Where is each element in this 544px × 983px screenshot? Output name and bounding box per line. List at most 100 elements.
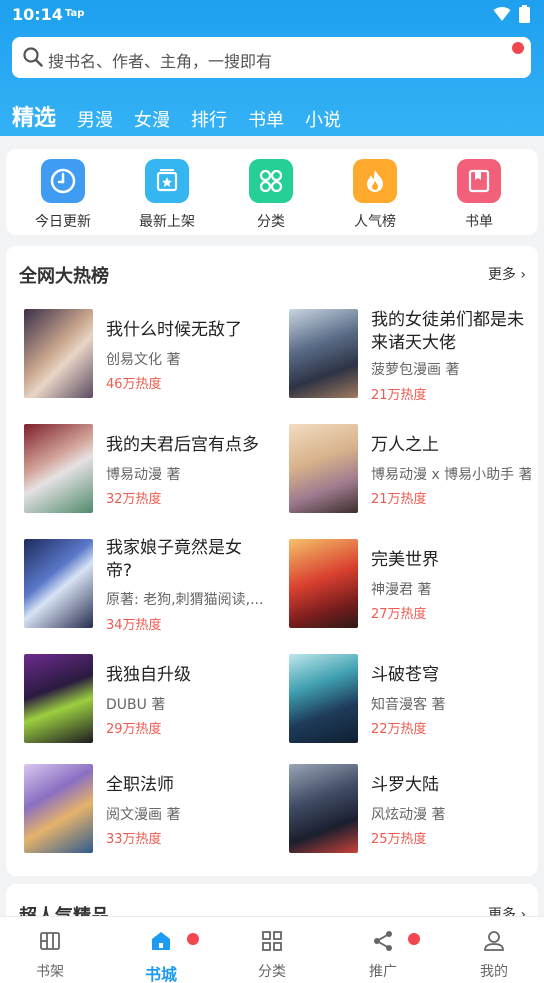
- book-title: 斗破苍穹: [371, 665, 439, 685]
- battery-icon: [519, 5, 530, 23]
- search-notification-dot: [512, 42, 524, 54]
- tab-female-comics[interactable]: 女漫: [134, 106, 170, 132]
- status-bar: 10:14 Tap: [0, 0, 544, 30]
- book-item[interactable]: 斗罗大陆 风炫动漫 著 25万热度: [289, 764, 539, 856]
- book-item[interactable]: 我独自升级 DUBU 著 29万热度: [24, 654, 274, 746]
- book-title: 完美世界: [371, 550, 439, 570]
- book-item[interactable]: 我的女徒弟们都是未来诸天大佬 菠萝包漫画 著 21万热度: [289, 309, 539, 403]
- flame-icon: [353, 159, 397, 203]
- quick-booklist[interactable]: 书单: [439, 159, 519, 231]
- book-heat: 34万热度: [106, 618, 162, 633]
- book-heat: 33万热度: [106, 832, 162, 847]
- book-heat: 29万热度: [106, 722, 162, 737]
- nav-badge-dot: [187, 933, 199, 945]
- quick-label: 分类: [257, 214, 285, 230]
- quick-label: 最新上架: [139, 214, 195, 230]
- tab-male-comics[interactable]: 男漫: [77, 106, 113, 132]
- wifi-icon: [493, 7, 511, 21]
- status-time: 10:14: [12, 5, 63, 24]
- quick-label: 今日更新: [35, 214, 91, 230]
- book-cover: [24, 539, 93, 628]
- book-author: 神漫君 著: [371, 582, 432, 598]
- book-author: 风炫动漫 著: [371, 807, 446, 823]
- book-item[interactable]: 完美世界 神漫君 著 27万热度: [289, 539, 539, 631]
- tab-ranking[interactable]: 排行: [191, 106, 227, 132]
- star-box-icon: [145, 159, 189, 203]
- book-cover: [24, 654, 93, 743]
- user-icon: [484, 931, 504, 951]
- book-author: 菠萝包漫画 著: [371, 362, 460, 378]
- more-label: 更多: [487, 267, 516, 283]
- book-heat: 21万热度: [371, 492, 427, 507]
- book-heat: 25万热度: [371, 832, 427, 847]
- book-author: 博易动漫 x 博易小助手 著: [371, 467, 531, 483]
- quick-category[interactable]: 分类: [231, 159, 311, 231]
- book-title: 全职法师: [106, 775, 174, 795]
- book-item[interactable]: 我家娘子竟然是女帝? 原著: 老狗,刺猬猫阅读,... 34万热度: [24, 538, 274, 633]
- book-heat: 22万热度: [371, 722, 427, 737]
- nav-label: 我的: [480, 964, 508, 980]
- header: 10:14 Tap 搜书名、作者、主角，一搜即有 精选 男漫 女漫 排行 书单 …: [0, 0, 544, 136]
- book-cover: [289, 764, 358, 853]
- book-title: 我的女徒弟们都是未来诸天大佬: [371, 310, 524, 353]
- bottom-nav: 书架 书城 分类 推广 我的: [0, 916, 544, 983]
- book-author: 阅文漫画 著: [106, 807, 181, 823]
- quick-label: 书单: [465, 214, 493, 230]
- bookshelf-icon: [40, 932, 60, 950]
- book-title: 斗罗大陆: [371, 775, 439, 795]
- book-title: 万人之上: [371, 435, 439, 455]
- book-cover: [24, 764, 93, 853]
- search-placeholder: 搜书名、作者、主角，一搜即有: [48, 52, 273, 71]
- clover-icon: [249, 159, 293, 203]
- quick-nav: 今日更新 最新上架 分类 人气榜 书单: [6, 149, 538, 235]
- book-title: 我的夫君后宫有点多: [106, 435, 259, 455]
- book-heat: 32万热度: [106, 492, 162, 507]
- book-cover: [24, 424, 93, 513]
- nav-label: 书城: [144, 965, 177, 983]
- tab-featured[interactable]: 精选: [12, 100, 56, 132]
- book-author: 原著: 老狗,刺猬猫阅读,...: [106, 592, 264, 608]
- book-author: 创易文化 著: [106, 352, 181, 368]
- book-cover: [289, 309, 358, 398]
- tab-novel[interactable]: 小说: [305, 106, 341, 132]
- book-heat: 21万热度: [371, 388, 427, 403]
- bookmark-icon: [457, 159, 501, 203]
- nav-category[interactable]: 分类: [232, 929, 312, 981]
- more-link[interactable]: 更多 ›: [488, 264, 526, 284]
- tab-booklist[interactable]: 书单: [248, 106, 284, 132]
- book-cover: [289, 424, 358, 513]
- nav-label: 分类: [258, 964, 286, 980]
- book-title: 我独自升级: [106, 665, 191, 685]
- grid-icon: [262, 931, 282, 951]
- category-tabs: 精选 男漫 女漫 排行 书单 小说: [12, 96, 362, 132]
- clock-icon: [41, 159, 85, 203]
- section-title: 全网大热榜: [19, 266, 109, 287]
- share-icon: [374, 931, 392, 951]
- book-author: DUBU 著: [106, 697, 166, 713]
- book-cover: [24, 309, 93, 398]
- book-item[interactable]: 斗破苍穹 知音漫客 著 22万热度: [289, 654, 539, 746]
- quick-popular-ranking[interactable]: 人气榜: [335, 159, 415, 231]
- search-bar[interactable]: 搜书名、作者、主角，一搜即有: [12, 37, 531, 78]
- nav-badge-dot: [408, 933, 420, 945]
- nav-bookshelf[interactable]: 书架: [10, 929, 90, 981]
- book-cover: [289, 654, 358, 743]
- book-title: 我什么时候无敌了: [106, 320, 242, 340]
- watermark: K73: [210, 472, 274, 505]
- book-cover: [289, 539, 358, 628]
- book-heat: 46万热度: [106, 377, 162, 392]
- nav-label: 书架: [36, 964, 64, 980]
- quick-label: 人气榜: [354, 214, 396, 230]
- nav-label: 推广: [369, 964, 397, 980]
- book-item[interactable]: 万人之上 博易动漫 x 博易小助手 著 21万热度: [289, 424, 539, 516]
- quick-today-update[interactable]: 今日更新: [23, 159, 103, 231]
- book-item[interactable]: 全职法师 阅文漫画 著 33万热度: [24, 764, 274, 856]
- book-heat: 27万热度: [371, 607, 427, 622]
- quick-new-arrivals[interactable]: 最新上架: [127, 159, 207, 231]
- book-title: 我家娘子竟然是女帝?: [106, 538, 242, 581]
- book-item[interactable]: 我什么时候无敌了 创易文化 著 46万热度: [24, 309, 274, 401]
- status-icons: [493, 5, 530, 23]
- nav-profile[interactable]: 我的: [454, 929, 534, 981]
- status-app-tag: Tap: [65, 8, 85, 19]
- hot-list-section: 全网大热榜 更多 › 我什么时候无敌了 创易文化 著 46万热度 我的女徒弟们都…: [6, 246, 538, 876]
